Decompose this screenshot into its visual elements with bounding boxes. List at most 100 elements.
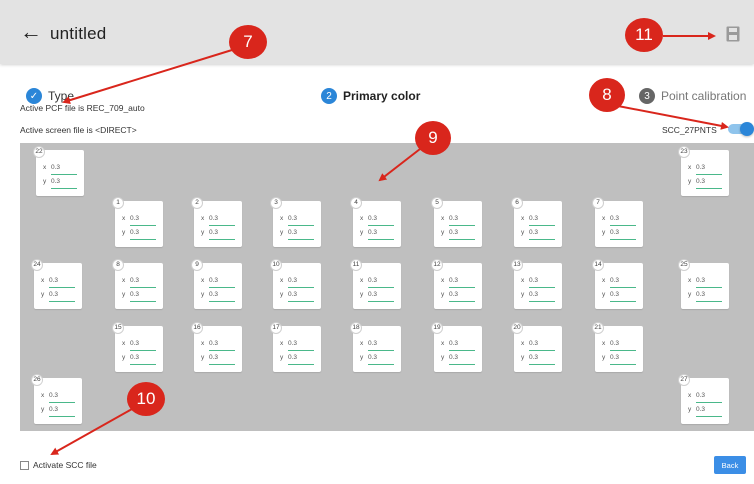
y-value[interactable]: 0.3 [610, 291, 619, 298]
save-icon[interactable] [726, 26, 740, 42]
y-value[interactable]: 0.3 [610, 354, 619, 361]
y-field[interactable]: y 0.3 [280, 228, 314, 240]
y-field[interactable]: y 0.3 [43, 177, 77, 189]
x-value[interactable]: 0.3 [449, 277, 458, 284]
y-value[interactable]: 0.3 [696, 178, 705, 185]
y-field[interactable]: y 0.3 [360, 228, 394, 240]
x-field[interactable]: x 0.3 [122, 339, 156, 351]
y-value[interactable]: 0.3 [529, 291, 538, 298]
x-field[interactable]: x 0.3 [280, 339, 314, 351]
back-button[interactable]: Back [714, 456, 746, 474]
x-field[interactable]: x 0.3 [688, 391, 722, 403]
x-field[interactable]: x 0.3 [602, 214, 636, 226]
y-field[interactable]: y 0.3 [441, 353, 475, 365]
y-value[interactable]: 0.3 [209, 354, 218, 361]
y-value[interactable]: 0.3 [209, 229, 218, 236]
x-value[interactable]: 0.3 [610, 340, 619, 347]
y-field[interactable]: y 0.3 [41, 405, 75, 417]
x-value[interactable]: 0.3 [209, 340, 218, 347]
x-field[interactable]: x 0.3 [122, 276, 156, 288]
arrow-left-icon[interactable]: ← [20, 21, 42, 43]
x-value[interactable]: 0.3 [368, 340, 377, 347]
x-value[interactable]: 0.3 [368, 277, 377, 284]
y-value[interactable]: 0.3 [288, 354, 297, 361]
x-field[interactable]: x 0.3 [280, 214, 314, 226]
scc-toggle-knob[interactable] [740, 122, 754, 136]
x-value[interactable]: 0.3 [51, 164, 60, 171]
y-value[interactable]: 0.3 [696, 406, 705, 413]
y-value[interactable]: 0.3 [610, 229, 619, 236]
x-value[interactable]: 0.3 [288, 215, 297, 222]
y-field[interactable]: y 0.3 [280, 353, 314, 365]
y-field[interactable]: y 0.3 [201, 290, 235, 302]
x-field[interactable]: x 0.3 [201, 339, 235, 351]
x-value[interactable]: 0.3 [288, 340, 297, 347]
x-field[interactable]: x 0.3 [43, 163, 77, 175]
y-field[interactable]: y 0.3 [441, 228, 475, 240]
y-value[interactable]: 0.3 [130, 229, 139, 236]
x-value[interactable]: 0.3 [696, 277, 705, 284]
x-field[interactable]: x 0.3 [688, 276, 722, 288]
y-value[interactable]: 0.3 [449, 354, 458, 361]
y-value[interactable]: 0.3 [51, 178, 60, 185]
y-field[interactable]: y 0.3 [360, 353, 394, 365]
x-value[interactable]: 0.3 [696, 392, 705, 399]
x-field[interactable]: x 0.3 [441, 339, 475, 351]
y-value[interactable]: 0.3 [288, 291, 297, 298]
y-field[interactable]: y 0.3 [521, 290, 555, 302]
y-field[interactable]: y 0.3 [688, 290, 722, 302]
x-field[interactable]: x 0.3 [602, 339, 636, 351]
x-field[interactable]: x 0.3 [360, 339, 394, 351]
y-value[interactable]: 0.3 [449, 229, 458, 236]
y-field[interactable]: y 0.3 [122, 228, 156, 240]
x-value[interactable]: 0.3 [610, 277, 619, 284]
y-field[interactable]: y 0.3 [201, 228, 235, 240]
x-value[interactable]: 0.3 [130, 340, 139, 347]
y-field[interactable]: y 0.3 [201, 353, 235, 365]
x-value[interactable]: 0.3 [696, 164, 705, 171]
x-value[interactable]: 0.3 [529, 215, 538, 222]
x-field[interactable]: x 0.3 [602, 276, 636, 288]
y-field[interactable]: y 0.3 [602, 353, 636, 365]
activate-scc-checkbox[interactable] [20, 461, 29, 470]
x-field[interactable]: x 0.3 [688, 163, 722, 175]
y-field[interactable]: y 0.3 [688, 177, 722, 189]
x-field[interactable]: x 0.3 [360, 214, 394, 226]
x-field[interactable]: x 0.3 [521, 276, 555, 288]
y-field[interactable]: y 0.3 [280, 290, 314, 302]
x-field[interactable]: x 0.3 [521, 339, 555, 351]
x-value[interactable]: 0.3 [49, 277, 58, 284]
y-field[interactable]: y 0.3 [122, 353, 156, 365]
y-value[interactable]: 0.3 [49, 291, 58, 298]
x-value[interactable]: 0.3 [449, 340, 458, 347]
x-value[interactable]: 0.3 [529, 340, 538, 347]
y-field[interactable]: y 0.3 [360, 290, 394, 302]
x-field[interactable]: x 0.3 [41, 391, 75, 403]
y-value[interactable]: 0.3 [130, 354, 139, 361]
x-field[interactable]: x 0.3 [201, 276, 235, 288]
x-value[interactable]: 0.3 [610, 215, 619, 222]
x-value[interactable]: 0.3 [130, 277, 139, 284]
y-field[interactable]: y 0.3 [602, 228, 636, 240]
y-field[interactable]: y 0.3 [688, 405, 722, 417]
y-value[interactable]: 0.3 [209, 291, 218, 298]
x-field[interactable]: x 0.3 [441, 276, 475, 288]
x-field[interactable]: x 0.3 [201, 214, 235, 226]
y-value[interactable]: 0.3 [449, 291, 458, 298]
x-field[interactable]: x 0.3 [41, 276, 75, 288]
y-value[interactable]: 0.3 [368, 291, 377, 298]
y-value[interactable]: 0.3 [696, 291, 705, 298]
x-field[interactable]: x 0.3 [280, 276, 314, 288]
x-value[interactable]: 0.3 [49, 392, 58, 399]
y-value[interactable]: 0.3 [368, 229, 377, 236]
y-field[interactable]: y 0.3 [41, 290, 75, 302]
y-value[interactable]: 0.3 [368, 354, 377, 361]
x-value[interactable]: 0.3 [288, 277, 297, 284]
x-field[interactable]: x 0.3 [122, 214, 156, 226]
y-field[interactable]: y 0.3 [521, 228, 555, 240]
y-value[interactable]: 0.3 [49, 406, 58, 413]
y-field[interactable]: y 0.3 [441, 290, 475, 302]
x-value[interactable]: 0.3 [209, 215, 218, 222]
y-field[interactable]: y 0.3 [602, 290, 636, 302]
y-field[interactable]: y 0.3 [521, 353, 555, 365]
